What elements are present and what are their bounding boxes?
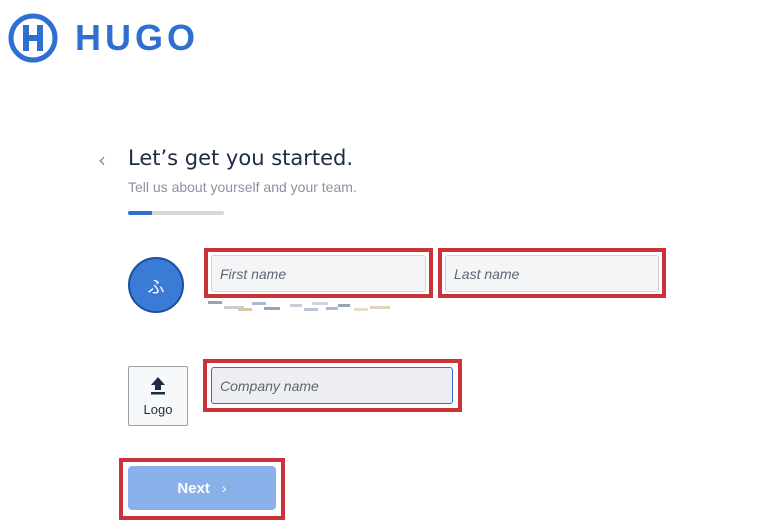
logo-upload-label: Logo (143, 401, 173, 417)
user-avatar[interactable]: ふ (128, 257, 184, 313)
last-name-input[interactable] (445, 255, 659, 292)
next-button-label: Next (177, 479, 210, 497)
step-progress-fill (128, 211, 152, 215)
step-progress-bar (128, 211, 224, 215)
first-name-input[interactable] (211, 255, 426, 292)
page-subtitle: Tell us about yourself and your team. (128, 179, 357, 195)
company-name-input[interactable] (211, 367, 453, 404)
back-chevron-icon[interactable]: ‹ (98, 150, 112, 170)
name-hint-redacted (208, 301, 390, 311)
upload-icon (151, 376, 165, 394)
page-title: Let’s get you started. (128, 146, 354, 170)
brand-name: HUGO (75, 17, 199, 58)
chevron-right-icon: › (221, 480, 227, 496)
next-button[interactable]: Next › (128, 466, 276, 510)
logo-upload-button[interactable]: Logo (128, 366, 188, 426)
hugo-logo-icon (8, 13, 58, 63)
brand-logo: HUGO (8, 13, 199, 63)
avatar-initials: ふ (147, 277, 165, 298)
